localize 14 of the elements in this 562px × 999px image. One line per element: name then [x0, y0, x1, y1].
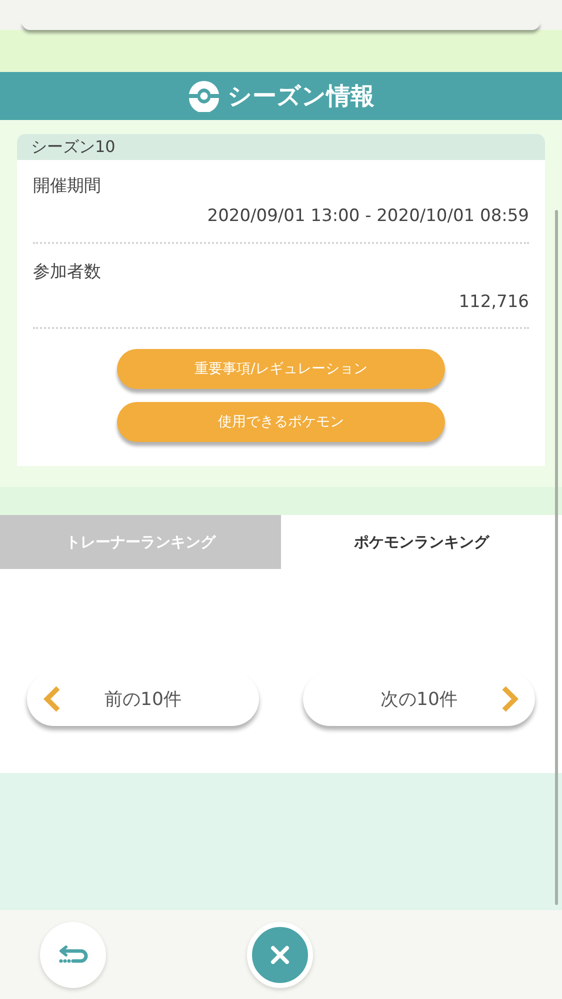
close-icon	[270, 945, 290, 965]
field-label: 開催期間	[33, 175, 102, 198]
field-value: 2020/09/01 13:00 - 2020/10/01 08:59	[206, 205, 529, 228]
previous-button[interactable]: 前の10件	[27, 672, 259, 726]
back-button[interactable]	[40, 922, 106, 988]
season-name: シーズン10	[17, 134, 545, 160]
field-value: 112,716	[458, 290, 529, 314]
chevron-left-icon	[43, 685, 61, 713]
next-button[interactable]: 次の10件	[303, 672, 535, 726]
return-arrow-icon	[57, 945, 89, 965]
chevron-right-icon	[501, 685, 519, 713]
close-button[interactable]	[247, 922, 313, 988]
section-title: シーズン情報	[228, 81, 374, 112]
field-label: 参加者数	[33, 260, 102, 284]
